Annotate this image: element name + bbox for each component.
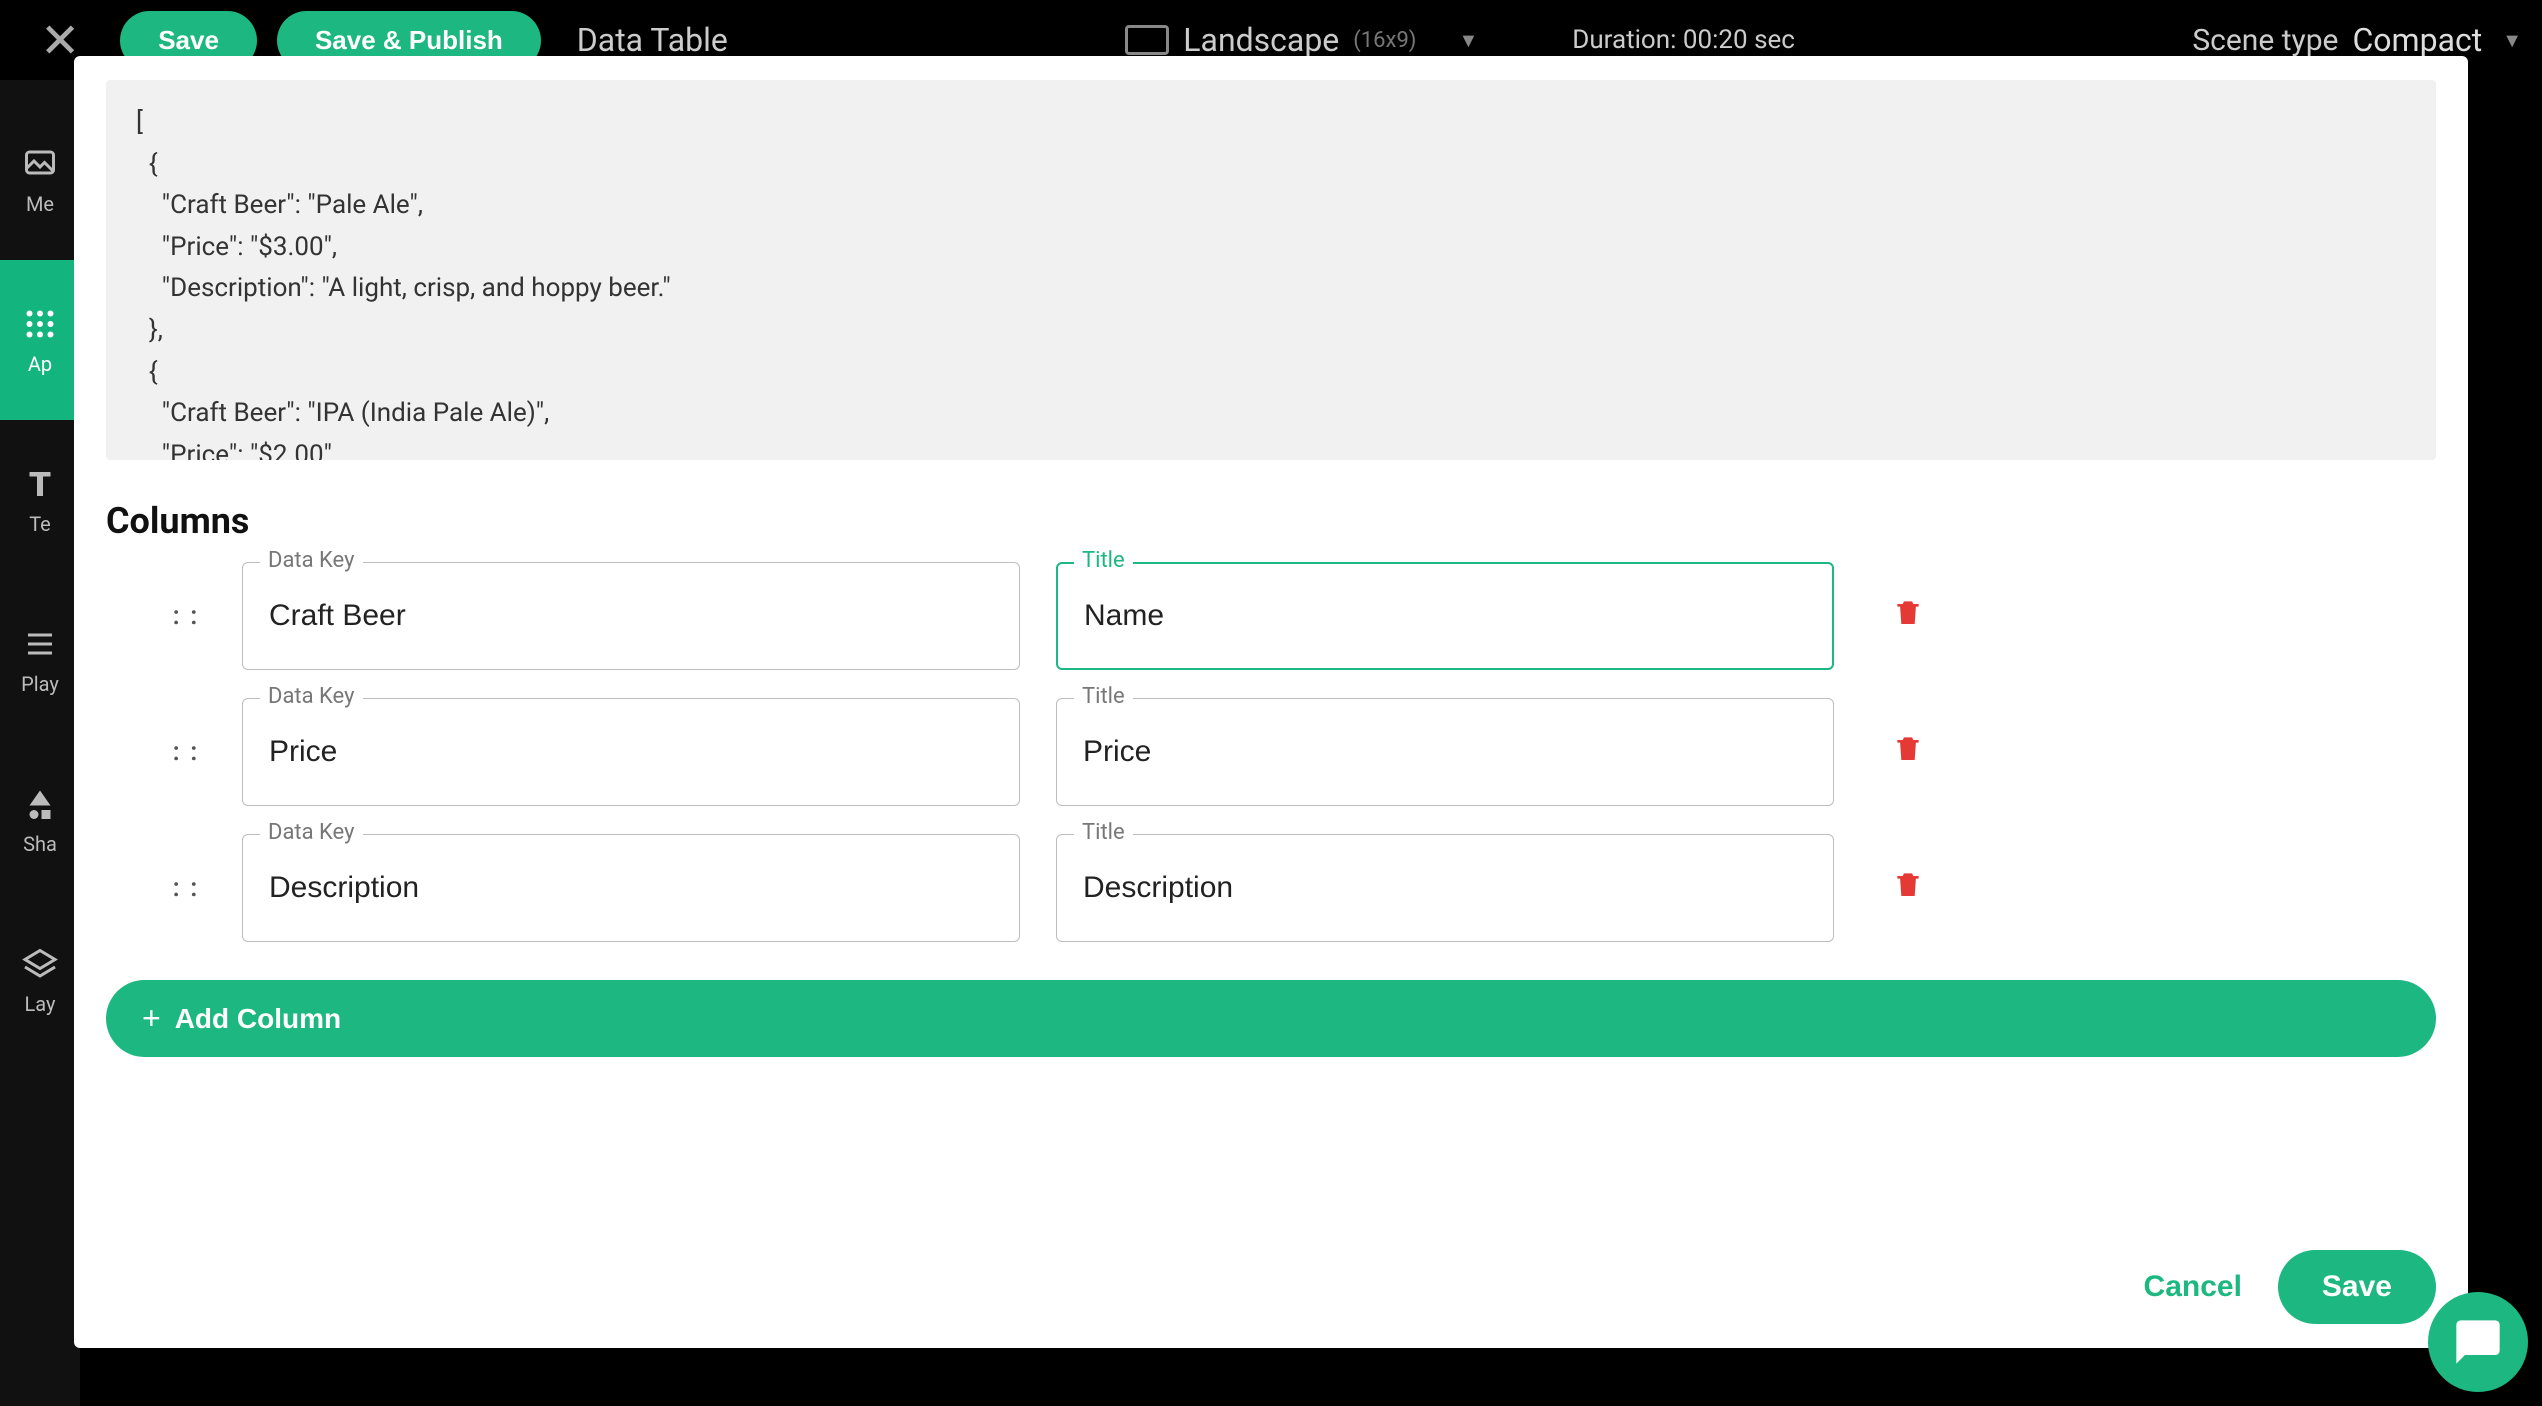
rail-label: Lay bbox=[25, 992, 56, 1016]
scene-type-value: Compact bbox=[2352, 21, 2482, 59]
scene-type-label: Scene type bbox=[2192, 23, 2338, 58]
chevron-down-icon: ▼ bbox=[1458, 28, 1478, 53]
aspect-icon bbox=[1125, 25, 1169, 55]
rail-item-layers[interactable]: Lay bbox=[0, 900, 80, 1060]
drag-handle-icon[interactable]: : : bbox=[166, 737, 206, 767]
chat-icon bbox=[2452, 1316, 2504, 1368]
chevron-down-icon: ▼ bbox=[2502, 28, 2522, 53]
title-input[interactable] bbox=[1056, 562, 1834, 670]
field-label: Data Key bbox=[260, 684, 363, 709]
left-rail: Me Ap Te Play Sha Lay bbox=[0, 80, 80, 1406]
columns-modal: [ { "Craft Beer": "Pale Ale", "Price": "… bbox=[74, 56, 2468, 1348]
drag-handle-icon[interactable]: : : bbox=[166, 873, 206, 903]
rail-item-text[interactable]: Te bbox=[0, 420, 80, 580]
columns-heading: Columns bbox=[106, 500, 2436, 542]
rail-label: Play bbox=[21, 672, 59, 696]
column-row: : : Data Key Title bbox=[106, 562, 2436, 670]
data-key-field[interactable]: Data Key bbox=[242, 698, 1020, 806]
column-row: : : Data Key Title bbox=[106, 834, 2436, 942]
rail-item-media[interactable]: Me bbox=[0, 100, 80, 260]
delete-column-button[interactable] bbox=[1892, 868, 1924, 908]
rail-item-shapes[interactable]: Sha bbox=[0, 740, 80, 900]
grid-icon bbox=[20, 304, 60, 344]
title-field[interactable]: Title bbox=[1056, 562, 1834, 670]
title-input[interactable] bbox=[1056, 698, 1834, 806]
rail-item-playlists[interactable]: Play bbox=[0, 580, 80, 740]
chat-fab[interactable] bbox=[2428, 1292, 2528, 1392]
drag-handle-icon[interactable]: : : bbox=[166, 601, 206, 631]
add-column-label: Add Column bbox=[175, 1003, 341, 1035]
rail-label: Sha bbox=[23, 832, 57, 856]
delete-column-button[interactable] bbox=[1892, 732, 1924, 772]
aspect-ratio: (16x9) bbox=[1353, 28, 1416, 53]
orientation-selector[interactable]: Landscape (16x9) ▼ Duration: 00:20 sec bbox=[748, 21, 2173, 59]
rail-label: Te bbox=[29, 512, 51, 536]
data-key-input[interactable] bbox=[242, 562, 1020, 670]
rail-label: Ap bbox=[28, 352, 52, 376]
field-label: Data Key bbox=[260, 548, 363, 573]
scene-type-selector[interactable]: Scene type Compact ▼ bbox=[2192, 21, 2522, 59]
title-input[interactable] bbox=[1056, 834, 1834, 942]
data-key-field[interactable]: Data Key bbox=[242, 562, 1020, 670]
list-icon bbox=[20, 624, 60, 664]
app-title: Data Table bbox=[577, 21, 728, 59]
rail-label: Me bbox=[26, 192, 54, 216]
duration-label[interactable]: Duration: 00:20 sec bbox=[1572, 25, 1795, 55]
json-preview[interactable]: [ { "Craft Beer": "Pale Ale", "Price": "… bbox=[106, 80, 2436, 460]
title-field[interactable]: Title bbox=[1056, 834, 1834, 942]
layers-icon bbox=[20, 944, 60, 984]
cancel-button[interactable]: Cancel bbox=[2144, 1270, 2242, 1304]
data-key-input[interactable] bbox=[242, 834, 1020, 942]
plus-icon: + bbox=[142, 1000, 161, 1037]
data-key-input[interactable] bbox=[242, 698, 1020, 806]
delete-column-button[interactable] bbox=[1892, 596, 1924, 636]
column-row: : : Data Key Title bbox=[106, 698, 2436, 806]
add-column-button[interactable]: + Add Column bbox=[106, 980, 2436, 1057]
orientation-label: Landscape bbox=[1183, 21, 1339, 59]
field-label: Title bbox=[1074, 820, 1133, 845]
field-label: Title bbox=[1074, 684, 1133, 709]
modal-save-button[interactable]: Save bbox=[2278, 1250, 2436, 1324]
media-icon bbox=[20, 144, 60, 184]
field-label: Title bbox=[1074, 548, 1133, 573]
data-key-field[interactable]: Data Key bbox=[242, 834, 1020, 942]
shapes-icon bbox=[20, 784, 60, 824]
title-field[interactable]: Title bbox=[1056, 698, 1834, 806]
rail-item-apps[interactable]: Ap bbox=[0, 260, 80, 420]
field-label: Data Key bbox=[260, 820, 363, 845]
modal-footer: Cancel Save bbox=[106, 1220, 2436, 1324]
text-icon bbox=[20, 464, 60, 504]
